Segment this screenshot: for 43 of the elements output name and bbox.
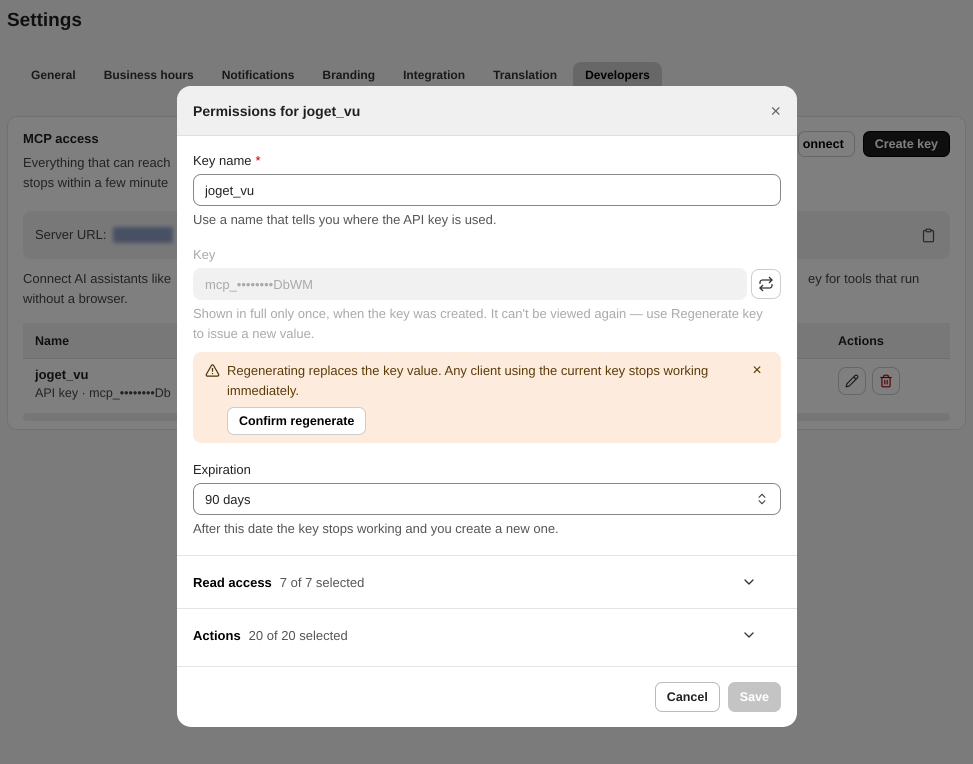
edit-button[interactable] <box>838 367 866 395</box>
settings-tab[interactable]: Integration <box>391 62 478 92</box>
description-text: Everything that can reach <box>23 154 170 172</box>
field-hint: Shown in full only once, when the key was created. It can't be viewed again — use Regenerate key to issue a new value. <box>193 305 764 343</box>
settings-tab[interactable]: Business hours <box>92 62 206 92</box>
connect-button[interactable]: onnect <box>798 131 855 157</box>
page-title: Settings <box>7 9 83 33</box>
clipboard-icon[interactable] <box>921 228 936 242</box>
blurred-url <box>112 227 173 243</box>
key-name: joget_vu <box>35 367 90 383</box>
delete-button[interactable] <box>872 367 900 395</box>
connect-text: Connect AI assistants like <box>23 270 172 288</box>
connect-text: ey for tools that run <box>808 270 920 288</box>
column-header: Actions <box>837 334 885 348</box>
refresh-icon <box>758 276 774 292</box>
card-title: MCP access <box>23 131 100 147</box>
settings-tab[interactable]: General <box>19 62 88 92</box>
expiration-select[interactable]: 90 days <box>193 483 781 515</box>
warning-text: Regenerating replaces the key value. Any client using the current key stops working immediately. <box>227 362 710 400</box>
column-header: Name <box>34 334 70 348</box>
connect-text: without a browser. <box>23 290 129 308</box>
settings-tab[interactable]: Translation <box>481 62 570 92</box>
key-name-input[interactable]: joget_vu <box>193 174 781 206</box>
server-url-label: Server URL: <box>35 226 107 244</box>
settings-tab[interactable]: Branding <box>310 62 388 92</box>
field-hint: Use a name that tells you where the API key is used. <box>193 211 498 229</box>
trash-icon <box>879 374 893 388</box>
close-button[interactable]: × <box>770 102 781 120</box>
cancel-button[interactable]: Cancel <box>654 682 720 712</box>
pencil-icon <box>845 374 859 388</box>
field-label: Key name * <box>193 152 262 170</box>
dialog-title: Permissions for joget_vu <box>193 102 360 118</box>
field-label: Expiration <box>193 461 252 479</box>
key-detail: API key · mcp_••••••••Db <box>35 385 171 402</box>
confirm-regenerate-button[interactable]: Confirm regenerate <box>227 407 366 435</box>
field-label: Key <box>193 246 216 264</box>
create-key-button[interactable]: Create key <box>862 131 950 157</box>
field-hint: After this date the key stops working and you create a new one. <box>193 520 560 538</box>
dismiss-button[interactable]: × <box>747 361 767 381</box>
regenerate-button[interactable] <box>751 269 781 299</box>
description-text: stops within a few minute <box>23 174 170 192</box>
settings-tab[interactable]: Notifications <box>210 62 306 92</box>
warning-icon <box>205 363 220 378</box>
